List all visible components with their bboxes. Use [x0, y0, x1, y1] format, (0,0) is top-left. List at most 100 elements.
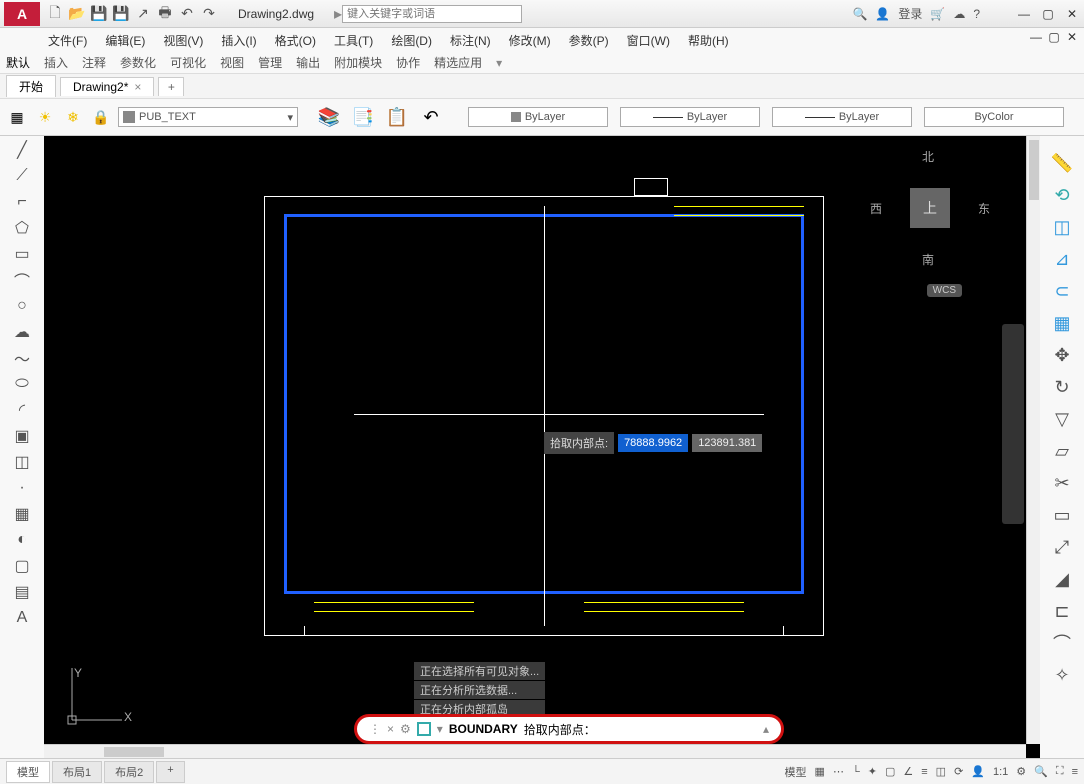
polyline-tool[interactable]: ⌐ — [12, 192, 32, 212]
color-dropdown[interactable]: ByLayer — [468, 107, 608, 127]
array-tool[interactable]: ⊿ — [1051, 248, 1073, 270]
scale-tool[interactable]: ⤢ — [1051, 536, 1073, 558]
status-lwt-icon[interactable]: ≡ — [921, 766, 927, 778]
maximize-button[interactable]: ▢ — [1040, 7, 1056, 21]
help-icon[interactable]: ? — [973, 7, 980, 21]
rectangle-array-tool[interactable]: ▦ — [1051, 312, 1073, 334]
tab-current[interactable]: Drawing2*× — [60, 77, 154, 96]
doc-minimize-button[interactable]: — — [1028, 30, 1044, 44]
status-polar-icon[interactable]: ✦ — [868, 765, 877, 778]
layer-state-icon[interactable]: 📚 — [314, 102, 344, 132]
table-tool[interactable]: ▤ — [12, 582, 32, 602]
new-icon[interactable]: 🗋 — [46, 5, 64, 23]
cmdline-toggle-icon[interactable]: ⋮ — [369, 722, 381, 736]
menu-edit[interactable]: 编辑(E) — [105, 32, 145, 49]
drawing-canvas[interactable]: 北 南 西 东 上 WCS 拾取内部点: 78888.9962 123891.3… — [44, 136, 1040, 758]
horizontal-scrollbar[interactable] — [44, 744, 1026, 758]
xline-tool[interactable]: ⟋ — [12, 166, 32, 186]
status-cycle-icon[interactable]: ⟳ — [954, 765, 963, 778]
status-customize-icon[interactable]: ≡ — [1072, 766, 1078, 778]
menu-draw[interactable]: 绘图(D) — [391, 32, 432, 49]
layer-prev-icon[interactable]: ↶ — [416, 102, 446, 132]
layer-on-icon[interactable]: ☀ — [34, 106, 56, 128]
ribbon-tab-visualize[interactable]: 可视化 — [170, 54, 206, 71]
status-ortho-icon[interactable]: └ — [852, 766, 860, 778]
coord-x-value[interactable]: 78888.9962 — [618, 434, 688, 452]
menu-tools[interactable]: 工具(T) — [334, 32, 373, 49]
status-grid-icon[interactable]: ▦ — [815, 765, 825, 778]
wcs-badge[interactable]: WCS — [927, 284, 962, 297]
vertical-scrollbar[interactable] — [1026, 136, 1040, 744]
point-tool[interactable]: · — [12, 478, 32, 498]
join-tool[interactable]: ⌒ — [1051, 632, 1073, 654]
menu-dimension[interactable]: 标注(N) — [450, 32, 491, 49]
ellipse-tool[interactable]: ⬭ — [12, 374, 32, 394]
menu-file[interactable]: 文件(F) — [48, 32, 87, 49]
measure-tool[interactable]: 📏 — [1051, 152, 1073, 174]
arc-tool[interactable]: ⌒ — [12, 270, 32, 290]
cmdline-close-icon[interactable]: × — [387, 722, 394, 736]
status-model[interactable]: 模型 — [785, 764, 807, 780]
break-tool[interactable]: ⊏ — [1051, 600, 1073, 622]
menu-parametric[interactable]: 参数(P) — [569, 32, 609, 49]
search-icon[interactable]: 🔍 — [852, 7, 867, 21]
layout1-tab[interactable]: 布局1 — [52, 761, 102, 783]
cart-icon[interactable]: 🛒 — [930, 7, 945, 21]
linetype-dropdown[interactable]: ByLayer — [620, 107, 760, 127]
menu-help[interactable]: 帮助(H) — [688, 32, 729, 49]
tab-start[interactable]: 开始 — [6, 75, 56, 97]
model-tab[interactable]: 模型 — [6, 761, 50, 783]
ribbon-tab-annotate[interactable]: 注释 — [82, 54, 106, 71]
navigation-bar[interactable] — [1002, 324, 1024, 524]
rotate-tool[interactable]: ↻ — [1051, 376, 1073, 398]
scissors-tool[interactable]: ✂ — [1051, 472, 1073, 494]
layer-lock-icon[interactable]: 🔒 — [90, 106, 112, 128]
open-icon[interactable]: 📂 — [68, 5, 86, 23]
ribbon-tab-insert[interactable]: 插入 — [44, 54, 68, 71]
cmdline-customize-icon[interactable]: ⚙ — [400, 722, 411, 736]
revcloud-tool[interactable]: ☁ — [12, 322, 32, 342]
stretch-tool[interactable]: ▭ — [1051, 504, 1073, 526]
status-scale[interactable]: 1:1 — [993, 766, 1008, 778]
ribbon-tab-parametric[interactable]: 参数化 — [120, 54, 156, 71]
viewcube-east[interactable]: 东 — [978, 200, 990, 217]
tab-new-button[interactable]: + — [158, 77, 184, 96]
spline-tool[interactable]: 〜 — [12, 348, 32, 368]
command-line[interactable]: ⋮ × ⚙ ▾ BOUNDARY 拾取内部点： ▴ — [354, 714, 784, 744]
app-logo[interactable]: A — [4, 2, 40, 26]
viewcube-top[interactable]: 上 — [910, 188, 950, 228]
login-link[interactable]: 登录 — [898, 5, 922, 22]
layer-prop-icon[interactable]: ▦ — [6, 106, 28, 128]
layout2-tab[interactable]: 布局2 — [104, 761, 154, 783]
coord-y-value[interactable]: 123891.381 — [692, 434, 762, 452]
chamfer-tool[interactable]: ◢ — [1051, 568, 1073, 590]
gradient-tool[interactable]: ◐ — [12, 530, 32, 550]
move-tool[interactable]: ✥ — [1051, 344, 1073, 366]
mirror-tool[interactable]: ⟲ — [1051, 184, 1073, 206]
print-icon[interactable]: 🖶 — [156, 5, 174, 23]
layer-freeze-icon[interactable]: ❄ — [62, 106, 84, 128]
cmdline-dropdown-icon[interactable]: ▾ — [437, 722, 443, 736]
ribbon-tab-manage[interactable]: 管理 — [258, 54, 282, 71]
status-transparency-icon[interactable]: ◫ — [936, 765, 946, 778]
menu-view[interactable]: 视图(V) — [163, 32, 203, 49]
ellipsearc-tool[interactable]: ◜ — [12, 400, 32, 420]
hatch-tool[interactable]: ▦ — [12, 504, 32, 524]
save-icon[interactable]: 💾 — [90, 5, 108, 23]
saveas-icon[interactable]: 💾 — [112, 5, 130, 23]
ribbon-tab-featured[interactable]: 精选应用 — [434, 54, 482, 71]
rectangle-tool[interactable]: ▭ — [12, 244, 32, 264]
ribbon-tab-collab[interactable]: 协作 — [396, 54, 420, 71]
lineweight-dropdown[interactable]: ByLayer — [772, 107, 912, 127]
layer-match-icon[interactable]: 📋 — [382, 102, 412, 132]
status-otrack-icon[interactable]: ∠ — [903, 765, 913, 778]
plotstyle-dropdown[interactable]: ByColor — [924, 107, 1064, 127]
share-icon[interactable]: ↗ — [134, 5, 152, 23]
region-tool[interactable]: ▢ — [12, 556, 32, 576]
help-search-input[interactable] — [342, 5, 522, 23]
status-snap-icon[interactable]: ⋯ — [833, 765, 844, 778]
doc-restore-button[interactable]: ▢ — [1046, 30, 1062, 44]
status-osnap-icon[interactable]: ▢ — [885, 765, 895, 778]
viewcube-south[interactable]: 南 — [922, 251, 934, 268]
cloud-icon[interactable]: ☁ — [953, 7, 965, 21]
